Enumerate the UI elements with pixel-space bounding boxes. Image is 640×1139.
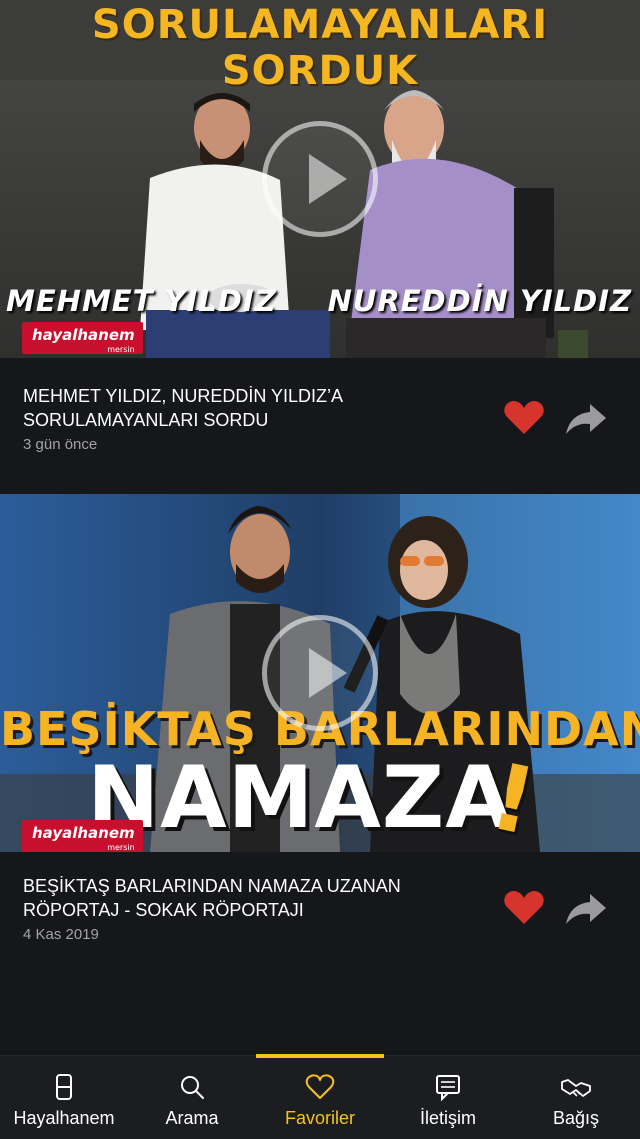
bottom-tab-bar: Hayalhanem Arama Favoriler İletişim Bağı… bbox=[0, 1054, 640, 1139]
tab-label: Hayalhanem bbox=[13, 1108, 115, 1128]
active-tab-indicator bbox=[256, 1054, 384, 1058]
video-date: 4 Kas 2019 bbox=[23, 926, 99, 943]
favorite-button[interactable] bbox=[502, 398, 546, 438]
share-button[interactable] bbox=[564, 398, 608, 438]
play-icon[interactable] bbox=[262, 121, 378, 237]
brand-logo-subtext: mersin bbox=[107, 345, 135, 354]
thumbnail-name-right: NUREDDİN YILDIZ bbox=[327, 284, 632, 318]
video-thumbnail[interactable]: BEŞİKTAŞ BARLARINDAN NAMAZA ! hayalhanem… bbox=[0, 494, 640, 852]
tab-favoriler[interactable]: Favoriler bbox=[256, 1054, 384, 1139]
thumbnail-headline-line2: SORDUK bbox=[221, 48, 419, 94]
heart-icon bbox=[305, 1074, 335, 1099]
handshake-icon bbox=[561, 1079, 591, 1097]
thumbnail-headline-line1: SORULAMAYANLARI bbox=[91, 2, 549, 48]
thumbnail-name-left: MEHMET YILDIZ bbox=[6, 284, 277, 318]
tab-label: Bağış bbox=[552, 1108, 600, 1128]
video-card: SORULAMAYANLARI SORDUK MEHMET YILDIZ NUR… bbox=[0, 0, 640, 470]
brand-logo-text: hayalhanem bbox=[32, 326, 135, 344]
video-card: BEŞİKTAŞ BARLARINDAN NAMAZA ! hayalhanem… bbox=[0, 494, 640, 964]
brand-logo-text: hayalhanem bbox=[32, 824, 135, 842]
search-icon bbox=[181, 1076, 204, 1099]
tab-label: İletişim bbox=[419, 1108, 476, 1128]
play-icon[interactable] bbox=[262, 615, 378, 731]
video-thumbnail[interactable]: SORULAMAYANLARI SORDUK MEHMET YILDIZ NUR… bbox=[0, 0, 640, 358]
video-title[interactable]: BEŞİKTAŞ BARLARINDAN NAMAZA UZANAN RÖPOR… bbox=[23, 874, 463, 922]
tab-iletisim[interactable]: İletişim bbox=[384, 1056, 512, 1139]
video-date: 3 gün önce bbox=[23, 436, 98, 453]
video-title[interactable]: MEHMET YILDIZ, NUREDDİN YILDIZ’A SORULAM… bbox=[23, 384, 463, 432]
heart-icon bbox=[504, 401, 544, 434]
brand-logo: hayalhanem mersin bbox=[22, 322, 143, 354]
share-icon bbox=[566, 404, 606, 434]
brand-logo-subtext: mersin bbox=[107, 843, 135, 852]
tab-arama[interactable]: Arama bbox=[128, 1056, 256, 1139]
brand-logo: hayalhanem mersin bbox=[22, 820, 143, 852]
home-icon bbox=[56, 1074, 72, 1100]
tab-hayalhanem[interactable]: Hayalhanem bbox=[0, 1056, 128, 1139]
video-meta: MEHMET YILDIZ, NUREDDİN YILDIZ’A SORULAM… bbox=[0, 358, 640, 470]
favorite-button[interactable] bbox=[502, 888, 546, 928]
video-meta: BEŞİKTAŞ BARLARINDAN NAMAZA UZANAN RÖPOR… bbox=[0, 852, 640, 964]
share-icon bbox=[566, 894, 606, 924]
heart-icon bbox=[504, 891, 544, 924]
share-button[interactable] bbox=[564, 888, 608, 928]
tab-label: Arama bbox=[165, 1108, 219, 1128]
video-feed[interactable]: SORULAMAYANLARI SORDUK MEHMET YILDIZ NUR… bbox=[0, 0, 640, 1055]
message-icon bbox=[436, 1075, 460, 1102]
tab-label: Favoriler bbox=[284, 1108, 355, 1128]
tab-bagis[interactable]: Bağış bbox=[512, 1056, 640, 1139]
